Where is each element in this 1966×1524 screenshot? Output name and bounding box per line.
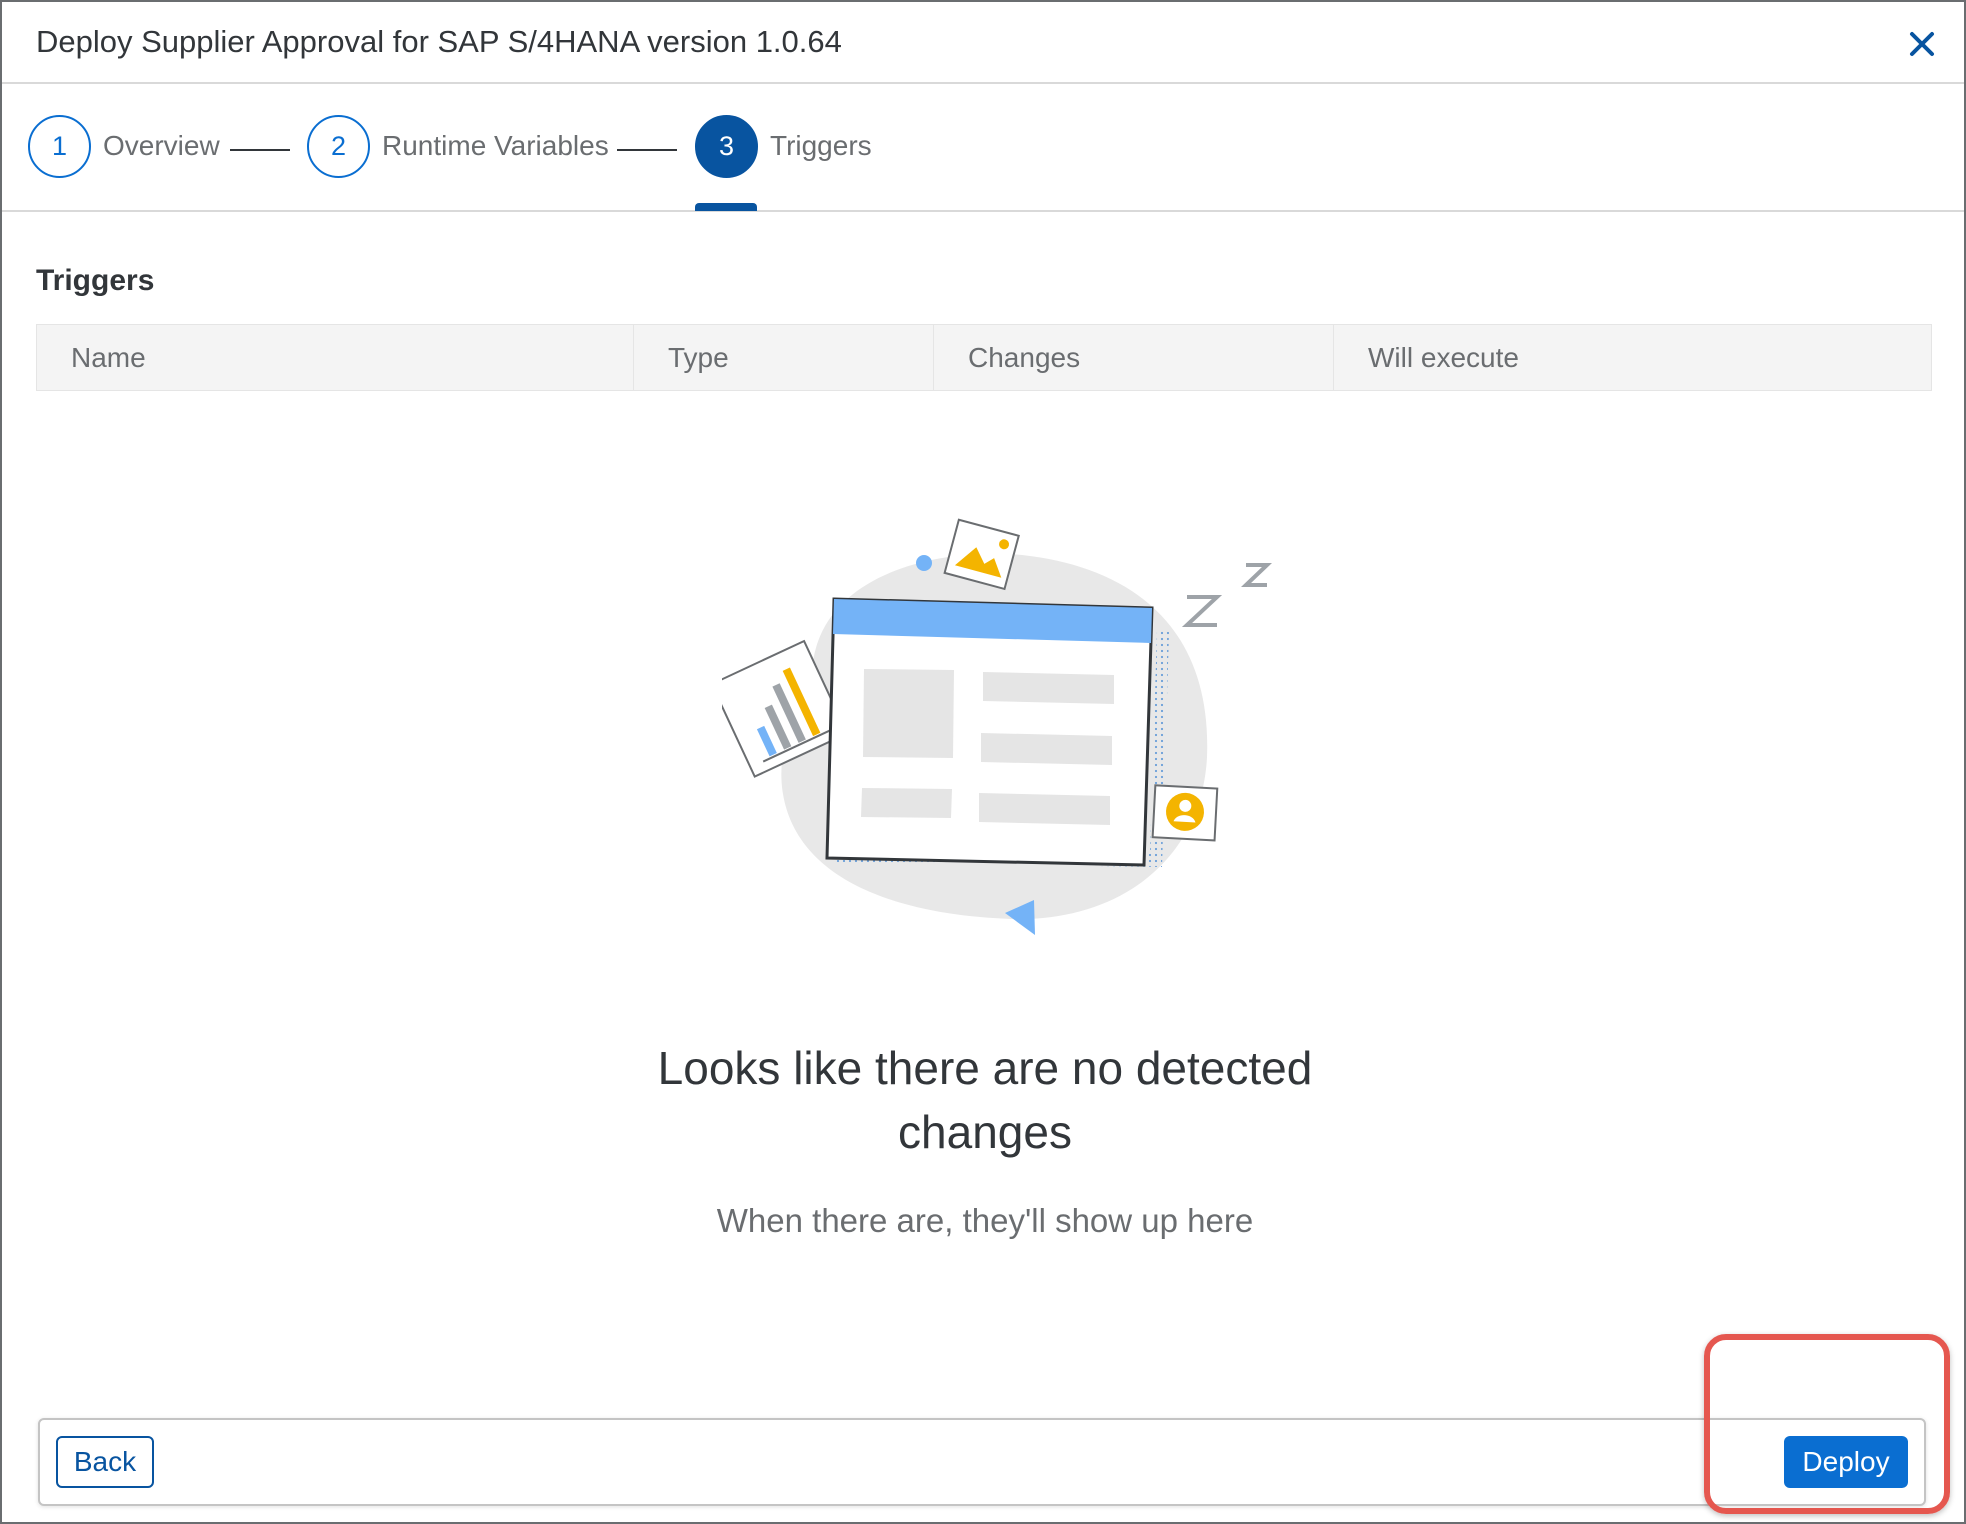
empty-state-illustration: [722, 518, 1272, 935]
back-button[interactable]: Back: [56, 1436, 154, 1488]
close-icon[interactable]: [1902, 24, 1942, 64]
step-number: 2: [307, 114, 370, 178]
dialog-footer: Back Deploy: [38, 1418, 1926, 1506]
column-header-will-execute[interactable]: Will execute: [1334, 325, 1931, 390]
column-header-type[interactable]: Type: [634, 325, 934, 390]
step-label: Overview: [103, 130, 220, 161]
step-number: 3: [695, 114, 758, 178]
step-connector: [617, 149, 677, 151]
step-number: 1: [28, 114, 91, 178]
deploy-button[interactable]: Deploy: [1784, 1436, 1908, 1488]
deploy-dialog: Deploy Supplier Approval for SAP S/4HANA…: [0, 0, 1966, 1524]
step-label: Runtime Variables: [382, 130, 609, 161]
empty-state-subtitle: When there are, they'll show up here: [716, 1202, 1254, 1239]
step-overview[interactable]: 1 Overview: [28, 114, 220, 178]
wizard-stepper: 1 Overview 2 Runtime Variables 3 Trigger…: [2, 84, 1964, 212]
section-title: Triggers: [36, 264, 155, 297]
active-step-indicator: [695, 203, 757, 211]
column-header-name[interactable]: Name: [37, 325, 634, 390]
empty-state-title: Looks like there are no detected changes: [657, 1042, 1313, 1158]
column-header-changes[interactable]: Changes: [934, 325, 1334, 390]
dialog-title: Deploy Supplier Approval for SAP S/4HANA…: [36, 24, 842, 59]
triggers-table-header: Name Type Changes Will execute: [36, 324, 1932, 391]
step-label: Triggers: [770, 130, 872, 161]
step-triggers[interactable]: 3 Triggers: [695, 114, 872, 178]
dialog-header: Deploy Supplier Approval for SAP S/4HANA…: [2, 2, 1964, 84]
step-connector: [230, 149, 290, 151]
step-runtime-variables[interactable]: 2 Runtime Variables: [307, 114, 609, 178]
